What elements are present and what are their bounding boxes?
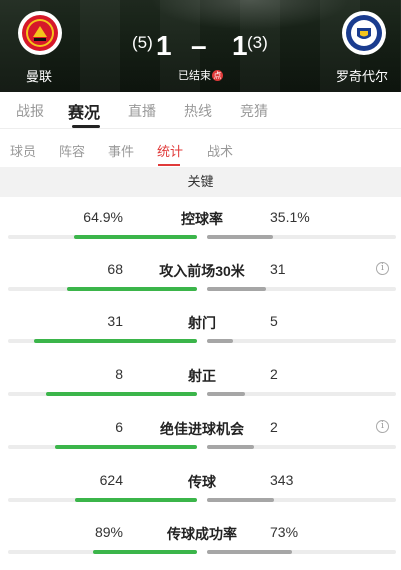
subtab-tactics[interactable]: 战术: [207, 141, 233, 160]
home-bar: [45, 392, 197, 396]
away-bar: [207, 392, 245, 396]
away-stat-value: 73%: [270, 524, 299, 540]
subtab-lineup[interactable]: 阵容: [59, 141, 85, 160]
home-bar-track: [8, 235, 197, 239]
match-header: 曼联 罗奇代尔 (5) 1 – 1 (3) 已结束点: [0, 0, 401, 92]
away-stat-value: 2: [270, 419, 278, 435]
stats-subtabs: 球员 阵容 事件 统计 战术: [0, 129, 401, 167]
away-bar-track: [207, 287, 396, 291]
home-stat-value: 8: [115, 366, 123, 382]
away-bar: [207, 235, 274, 239]
stat-label: 传球成功率: [167, 526, 237, 542]
home-bar: [75, 498, 197, 502]
home-score: 1: [156, 30, 172, 61]
away-bar-track: [207, 339, 396, 343]
stat-row-pass-accuracy: 89% 传球成功率 73%: [0, 512, 401, 564]
penalty-badge: 点: [212, 70, 223, 81]
away-bar-track: [207, 392, 396, 396]
stat-label: 射正: [188, 368, 216, 384]
home-stat-value: 68: [107, 261, 123, 277]
away-stat-value: 343: [270, 472, 294, 488]
away-bar: [207, 498, 275, 502]
away-bar-track: [207, 498, 396, 502]
tab-match-status[interactable]: 赛况: [68, 99, 100, 123]
stat-row-shots-on-target: 8 射正 2: [0, 354, 401, 406]
away-penalty-score: (3): [247, 33, 268, 52]
home-stat-value: 6: [115, 419, 123, 435]
tab-live[interactable]: 直播: [128, 101, 156, 121]
stat-label: 射门: [188, 315, 216, 331]
score-separator: –: [191, 30, 207, 61]
subtab-events[interactable]: 事件: [108, 141, 134, 160]
stat-label: 控球率: [181, 211, 223, 227]
info-icon[interactable]: i: [376, 262, 389, 275]
home-bar-track: [8, 498, 197, 502]
home-stat-value: 31: [107, 313, 123, 329]
away-stat-value: 2: [270, 366, 278, 382]
home-bar-track: [8, 287, 197, 291]
subtab-players[interactable]: 球员: [10, 141, 36, 160]
away-bar: [207, 445, 255, 449]
info-icon[interactable]: i: [376, 420, 389, 433]
away-bar: [207, 550, 293, 554]
home-bar-track: [8, 392, 197, 396]
stat-label: 传球: [188, 474, 216, 490]
home-bar-track: [8, 445, 197, 449]
stat-row-passes: 624 传球 343: [0, 460, 401, 512]
tab-report[interactable]: 战报: [16, 101, 44, 121]
stadium-lights: [150, 0, 350, 30]
tab-hotline[interactable]: 热线: [184, 101, 212, 121]
stat-row-final-third-entries: 68 攻入前场30米 31 i: [0, 249, 401, 301]
stat-label: 绝佳进球机会: [160, 421, 244, 437]
scoreboard: (5) 1 – 1 (3): [0, 30, 401, 61]
home-bar: [67, 287, 197, 291]
tab-betting[interactable]: 竞猜: [240, 101, 268, 121]
match-status-text: 已结束: [178, 70, 211, 82]
away-bar-track: [207, 550, 396, 554]
away-stat-value: 35.1%: [270, 209, 310, 225]
away-bar: [207, 339, 234, 343]
away-score: 1: [232, 30, 248, 61]
home-bar: [34, 339, 197, 343]
stat-row-shots: 31 射门 5: [0, 301, 401, 353]
home-stat-value: 64.9%: [83, 209, 123, 225]
stat-row-possession: 64.9% 控球率 35.1%: [0, 197, 401, 249]
section-title: 关键: [0, 167, 401, 197]
home-stat-value: 624: [99, 472, 123, 488]
match-status: 已结束点: [0, 67, 401, 83]
home-stat-value: 89%: [94, 524, 123, 540]
home-bar: [93, 550, 197, 554]
away-bar: [207, 287, 267, 291]
subtab-statistics[interactable]: 统计: [157, 141, 183, 160]
stat-row-big-chances: 6 绝佳进球机会 2 i: [0, 407, 401, 459]
home-bar: [74, 235, 197, 239]
home-bar: [55, 445, 197, 449]
home-bar-track: [8, 550, 197, 554]
away-stat-value: 31: [270, 261, 286, 277]
away-bar-track: [207, 445, 396, 449]
main-tabs: 战报 赛况 直播 热线 竞猜: [0, 92, 401, 128]
stat-label: 攻入前场30米: [159, 263, 245, 279]
away-bar-track: [207, 235, 396, 239]
active-subtab-indicator: [158, 164, 180, 166]
home-bar-track: [8, 339, 197, 343]
away-stat-value: 5: [270, 313, 278, 329]
home-penalty-score: (5): [132, 33, 153, 52]
